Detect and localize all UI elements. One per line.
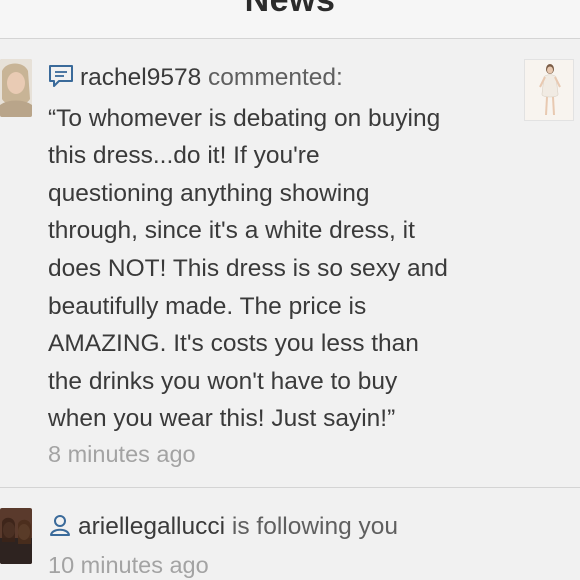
timestamp: 10 minutes ago — [48, 551, 209, 578]
comment-icon — [48, 62, 74, 100]
avatar[interactable] — [0, 59, 32, 117]
follow-body: ariellegallucci is following you 10 minu… — [48, 508, 518, 580]
username-link[interactable]: ariellegallucci — [78, 513, 225, 540]
comment-text-line: this dress...do it! If you're — [48, 142, 320, 170]
action-text: is following you — [231, 513, 399, 540]
comment-text-line: AMAZING. It's costs you less than — [48, 330, 419, 358]
comment-text-line: through, since it's a white dress, it — [48, 217, 415, 245]
action-text: commented: — [208, 64, 343, 91]
comment-text-line: when you wear this! Just sayin!” — [48, 405, 396, 433]
user-icon — [48, 511, 72, 549]
follow-header: ariellegallucci is following you — [48, 508, 518, 549]
news-header: News — [0, 0, 580, 39]
comment-text-line: the drinks you won't have to buy — [48, 367, 398, 395]
avatar[interactable] — [0, 508, 32, 564]
news-screen: News rachel9578 commented: “To whomever … — [0, 0, 580, 580]
comment-text-line: “To whomever is debating on buying — [48, 104, 441, 132]
page-title: News — [244, 0, 336, 19]
comment-header: rachel9578 commented: — [48, 59, 518, 100]
news-item-follow[interactable]: ariellegallucci is following you 10 minu… — [0, 487, 580, 580]
comment-text-line: questioning anything showing — [48, 179, 370, 207]
comment-text-line: beautifully made. The price is — [48, 292, 367, 320]
product-thumbnail[interactable] — [524, 59, 574, 121]
comment-body: rachel9578 commented: “To whomever is de… — [48, 59, 518, 474]
comment-text-line: does NOT! This dress is so sexy and — [48, 254, 448, 282]
username-link[interactable]: rachel9578 — [80, 64, 201, 91]
timestamp: 8 minutes ago — [48, 440, 196, 467]
news-item-comment[interactable]: rachel9578 commented: “To whomever is de… — [0, 39, 580, 485]
